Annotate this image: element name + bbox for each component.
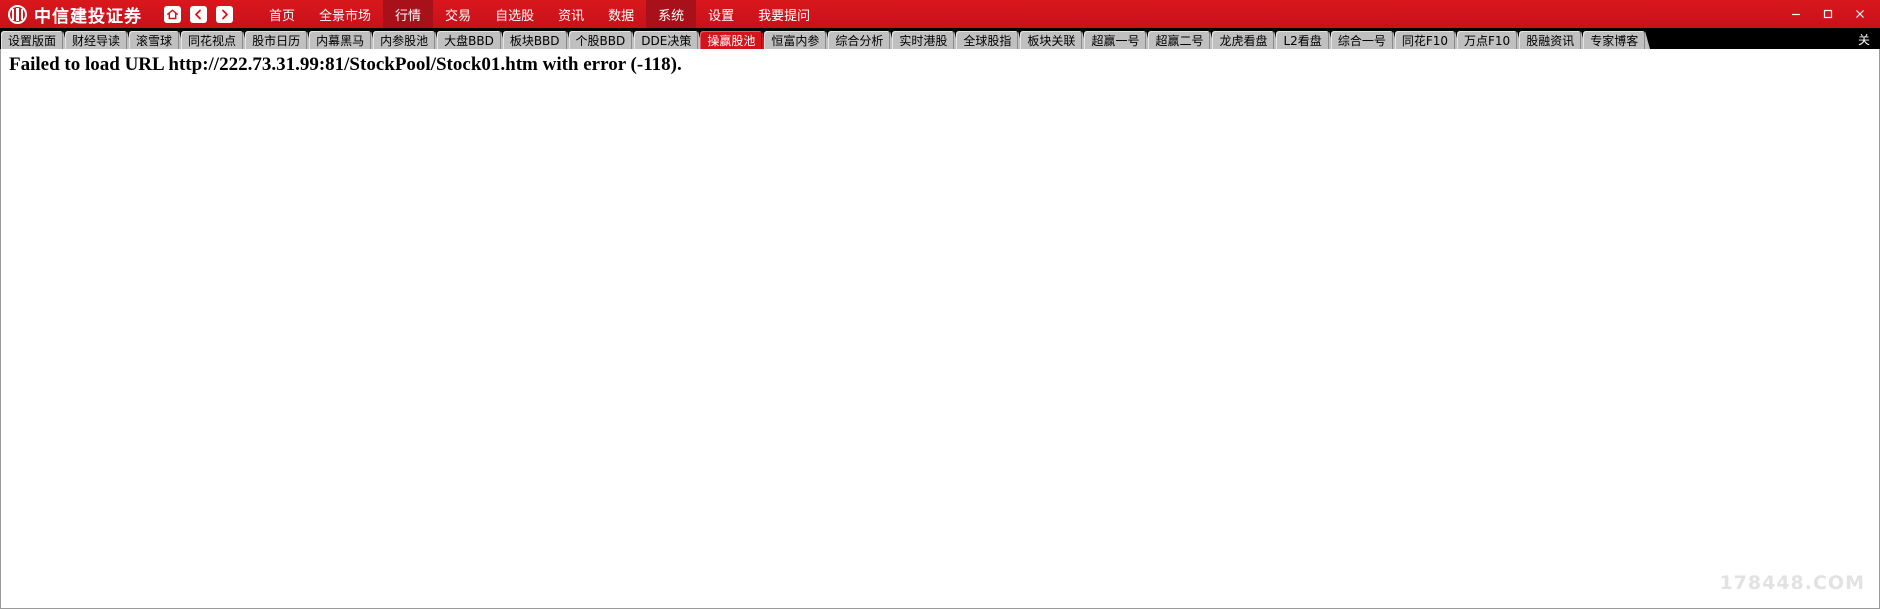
title-bar: 中信建投证券 首页 全景市场 行情 交易 自选股 资讯 数据 系统 设置 我要提问 bbox=[0, 0, 1880, 28]
tab-3[interactable]: 同花视点 bbox=[181, 31, 249, 49]
nav-item-4[interactable]: 自选股 bbox=[483, 0, 546, 28]
close-button[interactable] bbox=[1852, 6, 1868, 22]
nav-item-0[interactable]: 首页 bbox=[257, 0, 307, 28]
tab-21[interactable]: 综合一号 bbox=[1330, 31, 1398, 49]
tab-19[interactable]: 龙虎看盘 bbox=[1212, 31, 1280, 49]
tab-label: 超赢一号 bbox=[1091, 33, 1140, 48]
tab-strip-close-button[interactable]: 关 bbox=[1858, 31, 1870, 48]
forward-icon[interactable] bbox=[216, 5, 233, 23]
tab-5[interactable]: 内幕黑马 bbox=[309, 31, 377, 49]
tab-11[interactable]: 操赢股池 bbox=[700, 31, 768, 49]
tab-label: 龙虎看盘 bbox=[1219, 33, 1268, 48]
nav-item-label: 系统 bbox=[658, 8, 685, 24]
tab-22[interactable]: 同花F10 bbox=[1394, 31, 1461, 49]
maximize-button[interactable] bbox=[1820, 6, 1836, 22]
main-navigation: 首页 全景市场 行情 交易 自选股 资讯 数据 系统 设置 我要提问 bbox=[257, 0, 822, 28]
tab-label: 实时港股 bbox=[899, 33, 948, 48]
brand: 中信建投证券 bbox=[0, 2, 142, 27]
tab-1[interactable]: 财经导读 bbox=[65, 31, 133, 49]
nav-item-8[interactable]: 设置 bbox=[696, 0, 746, 28]
tab-label: 设置版面 bbox=[8, 33, 57, 48]
back-icon[interactable] bbox=[190, 5, 207, 23]
nav-item-label: 设置 bbox=[708, 8, 735, 24]
tab-label: DDE决策 bbox=[641, 33, 692, 48]
nav-item-9[interactable]: 我要提问 bbox=[746, 0, 822, 28]
tab-strip: 设置版面 财经导读 滚雪球 同花视点 股市日历 内幕黑马 内参股池 大盘BBD 板块BBD 个股B… bbox=[0, 28, 1880, 49]
nav-item-label: 我要提问 bbox=[758, 8, 811, 24]
tab-label: 恒富内参 bbox=[771, 33, 820, 48]
tab-label: 大盘BBD bbox=[444, 33, 494, 48]
nav-item-6[interactable]: 数据 bbox=[596, 0, 646, 28]
tab-24[interactable]: 股融资讯 bbox=[1519, 31, 1587, 49]
tab-12[interactable]: 恒富内参 bbox=[764, 31, 832, 49]
tab-label: 股融资讯 bbox=[1526, 33, 1575, 48]
tab-16[interactable]: 板块关联 bbox=[1020, 31, 1088, 49]
nav-item-label: 行情 bbox=[395, 8, 422, 24]
tab-label: 专家博客 bbox=[1590, 33, 1639, 48]
tab-label: 股市日历 bbox=[252, 33, 301, 48]
nav-item-7[interactable]: 系统 bbox=[646, 0, 697, 28]
nav-item-2[interactable]: 行情 bbox=[383, 0, 434, 28]
tab-label: 内幕黑马 bbox=[316, 33, 365, 48]
watermark: 178448.COM bbox=[1719, 572, 1865, 594]
nav-item-label: 资讯 bbox=[558, 8, 585, 24]
nav-item-3[interactable]: 交易 bbox=[433, 0, 483, 28]
tab-label: 滚雪球 bbox=[136, 33, 173, 48]
tab-4[interactable]: 股市日历 bbox=[245, 31, 313, 49]
quick-nav-buttons bbox=[164, 5, 233, 23]
tab-label: 万点F10 bbox=[1464, 33, 1511, 48]
content-panel: Failed to load URL http://222.73.31.99:8… bbox=[0, 49, 1880, 609]
tab-6[interactable]: 内参股池 bbox=[373, 31, 441, 49]
tab-20[interactable]: L2看盘 bbox=[1276, 31, 1335, 49]
tab-label: 超赢二号 bbox=[1155, 33, 1204, 48]
nav-item-label: 首页 bbox=[269, 8, 296, 24]
tab-9[interactable]: 个股BBD bbox=[568, 31, 637, 49]
tab-2[interactable]: 滚雪球 bbox=[129, 31, 185, 49]
minimize-button[interactable] bbox=[1788, 6, 1804, 22]
tab-25[interactable]: 专家博客 bbox=[1583, 31, 1651, 49]
tab-15[interactable]: 全球股指 bbox=[956, 31, 1024, 49]
home-icon[interactable] bbox=[164, 5, 181, 23]
nav-item-label: 数据 bbox=[608, 8, 635, 24]
nav-item-label: 交易 bbox=[445, 8, 472, 24]
brand-name: 中信建投证券 bbox=[34, 6, 142, 27]
tab-label: 板块关联 bbox=[1027, 33, 1076, 48]
tab-label: 同花视点 bbox=[188, 33, 237, 48]
tab-label: 财经导读 bbox=[72, 33, 121, 48]
nav-item-1[interactable]: 全景市场 bbox=[307, 0, 383, 28]
tab-10[interactable]: DDE决策 bbox=[634, 31, 704, 49]
tab-label: 综合一号 bbox=[1337, 33, 1386, 48]
tab-23[interactable]: 万点F10 bbox=[1457, 31, 1523, 49]
tab-17[interactable]: 超赢一号 bbox=[1084, 31, 1152, 49]
tab-label: 内参股池 bbox=[380, 33, 429, 48]
nav-item-label: 全景市场 bbox=[319, 8, 372, 24]
tab-label: 个股BBD bbox=[575, 33, 626, 48]
nav-item-5[interactable]: 资讯 bbox=[546, 0, 596, 28]
tab-8[interactable]: 板块BBD bbox=[502, 31, 572, 49]
nav-item-label: 自选股 bbox=[495, 8, 535, 24]
tab-label: 板块BBD bbox=[509, 33, 560, 48]
tab-13[interactable]: 综合分析 bbox=[828, 31, 896, 49]
tab-0[interactable]: 设置版面 bbox=[1, 31, 69, 49]
cicc-circle-logo-icon bbox=[8, 4, 27, 24]
tab-label: 同花F10 bbox=[1401, 33, 1449, 48]
tab-7[interactable]: 大盘BBD bbox=[437, 31, 506, 49]
tab-14[interactable]: 实时港股 bbox=[892, 31, 960, 49]
tab-label: L2看盘 bbox=[1283, 33, 1322, 48]
tab-18[interactable]: 超赢二号 bbox=[1148, 31, 1216, 49]
tab-label: 全球股指 bbox=[963, 33, 1012, 48]
tab-label: 综合分析 bbox=[835, 33, 884, 48]
window-controls bbox=[1788, 0, 1874, 28]
tab-label: 操赢股池 bbox=[707, 33, 756, 48]
page-error-message: Failed to load URL http://222.73.31.99:8… bbox=[9, 54, 682, 75]
